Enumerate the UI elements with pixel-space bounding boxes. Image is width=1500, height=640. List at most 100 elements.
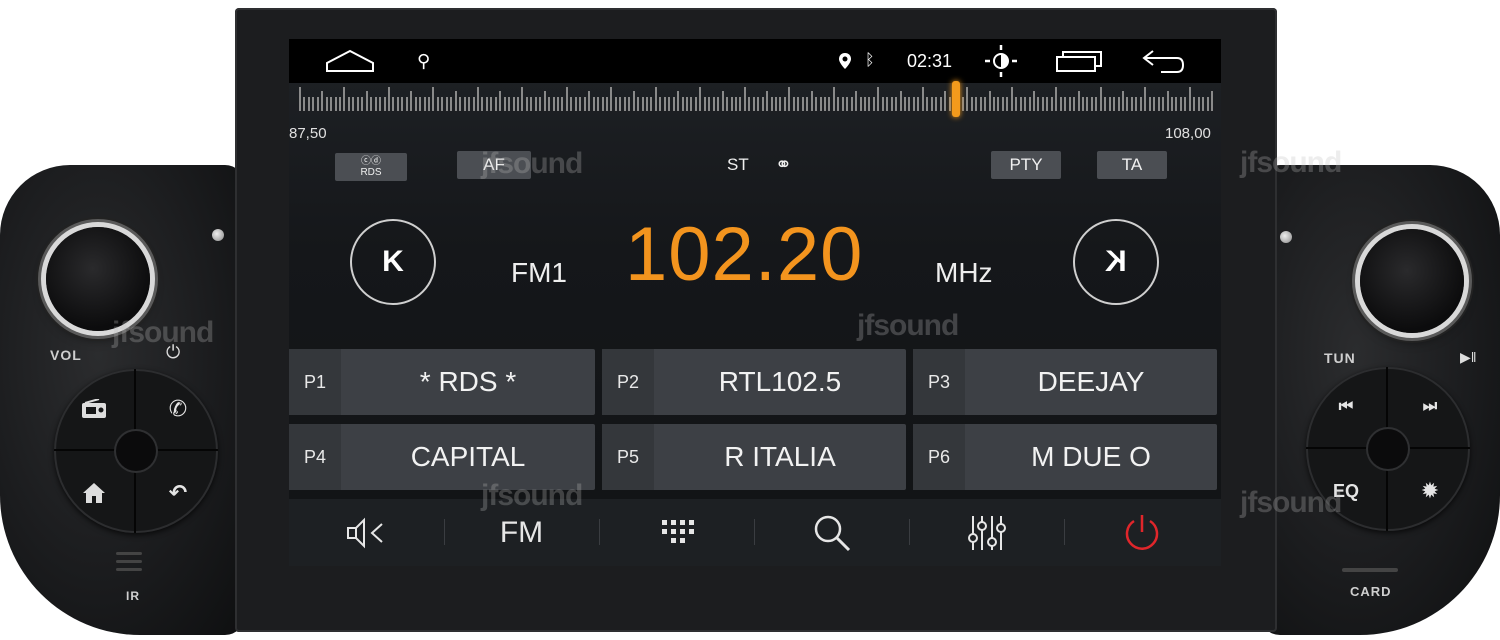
keypad-button[interactable] bbox=[599, 499, 754, 566]
tuner-tick bbox=[926, 97, 929, 111]
tuner-tick bbox=[1033, 91, 1036, 111]
ir-label: IR bbox=[126, 589, 140, 603]
brightness-toggle[interactable] bbox=[983, 39, 1019, 83]
tuner-tick bbox=[1095, 97, 1098, 111]
preset-button[interactable]: P3 DEEJAY bbox=[913, 349, 1217, 415]
tuner-tick bbox=[886, 97, 889, 111]
tuner-tick bbox=[512, 97, 515, 111]
preset-name: R ITALIA bbox=[724, 441, 836, 472]
tuner-tick bbox=[766, 91, 769, 111]
preset-button[interactable]: P6 M DUE O bbox=[913, 424, 1217, 490]
seek-back-icon: K bbox=[382, 245, 404, 278]
search-button[interactable] bbox=[754, 499, 909, 566]
tuner-tick bbox=[783, 97, 786, 111]
card-slot[interactable] bbox=[1342, 568, 1398, 572]
tuner-tick bbox=[361, 97, 364, 111]
watermark-logo: jfsound bbox=[112, 316, 214, 349]
tuner-tick bbox=[1166, 91, 1169, 111]
preset-name: * RDS * bbox=[419, 366, 517, 397]
tuner-tick bbox=[561, 97, 564, 111]
tuner-tick bbox=[405, 97, 408, 111]
rds-button[interactable]: ⓒⓓ RDS bbox=[335, 153, 407, 181]
tuner-needle[interactable] bbox=[951, 81, 960, 117]
tuner-tick bbox=[739, 97, 742, 111]
tuner-tick bbox=[583, 97, 586, 111]
tuner-tick bbox=[1046, 97, 1049, 111]
seek-forward-icon: K bbox=[1105, 245, 1127, 278]
home-outline-icon bbox=[326, 49, 374, 72]
tuner-tick bbox=[699, 87, 702, 111]
band-label: FM1 bbox=[511, 257, 567, 288]
dpad-center[interactable] bbox=[1368, 429, 1408, 469]
preset-button[interactable]: P5 R ITALIA bbox=[602, 424, 906, 490]
tuner-tick bbox=[930, 97, 933, 111]
tuner-tick bbox=[401, 97, 404, 111]
recent-apps-button[interactable] bbox=[1055, 39, 1103, 83]
tuner-tick bbox=[917, 97, 920, 111]
tuner-tick bbox=[899, 91, 902, 111]
tuner-tick bbox=[387, 87, 390, 111]
tuner-tick bbox=[379, 97, 382, 111]
tuner-tick bbox=[832, 87, 835, 111]
tuner-tick bbox=[935, 97, 938, 111]
power-icon bbox=[1125, 514, 1158, 550]
mute-button[interactable] bbox=[289, 499, 444, 566]
vol-label: VOL bbox=[50, 347, 82, 363]
preset-button[interactable]: P2 RTL102.5 bbox=[602, 349, 906, 415]
tuner-tick bbox=[592, 97, 595, 111]
tuner-tick bbox=[672, 97, 675, 111]
tune-knob[interactable] bbox=[1360, 229, 1464, 333]
tuner-tick bbox=[801, 97, 804, 111]
screw bbox=[212, 229, 224, 241]
home-icon bbox=[83, 483, 105, 503]
watermark-logo: jfsound bbox=[481, 147, 583, 180]
preset-name: RTL102.5 bbox=[718, 366, 842, 397]
watermark-logo: jfsound bbox=[481, 479, 583, 512]
keypad-icon bbox=[661, 519, 694, 543]
tuner-tick bbox=[970, 97, 973, 111]
tuner-tick bbox=[694, 97, 697, 111]
seek-forward-button[interactable]: K bbox=[1073, 219, 1159, 305]
tuner-tick bbox=[1081, 97, 1084, 111]
tuner-scale[interactable] bbox=[299, 81, 1213, 121]
tuner-tick bbox=[1015, 97, 1018, 111]
tuner-tick bbox=[944, 91, 947, 111]
preset-number: P1 bbox=[289, 349, 341, 415]
preset-name: DEEJAY bbox=[1037, 366, 1145, 397]
tuner-tick bbox=[374, 97, 377, 111]
tuner-tick bbox=[863, 97, 866, 111]
back-button[interactable] bbox=[1141, 39, 1185, 83]
tuner-tick bbox=[570, 97, 573, 111]
tuner-tick bbox=[1024, 97, 1027, 111]
tuner-tick bbox=[708, 97, 711, 111]
tuner-tick bbox=[775, 97, 778, 111]
tuner-tick bbox=[650, 97, 653, 111]
tuner-tick bbox=[668, 97, 671, 111]
tuner-tick bbox=[828, 97, 831, 111]
tuner-tick bbox=[1202, 97, 1205, 111]
seek-back-button[interactable]: K bbox=[350, 219, 436, 305]
dpad-center[interactable] bbox=[116, 431, 156, 471]
nav-home-button[interactable] bbox=[325, 39, 375, 83]
tuner-tick bbox=[459, 97, 462, 111]
tuner-tick bbox=[748, 97, 751, 111]
tuner-tick bbox=[530, 97, 533, 111]
tuner-tick bbox=[392, 97, 395, 111]
preset-button[interactable]: P1 * RDS * bbox=[289, 349, 595, 415]
tuner-tick bbox=[1130, 97, 1133, 111]
power-button[interactable] bbox=[1064, 499, 1219, 566]
ta-button[interactable]: TA bbox=[1097, 151, 1167, 179]
frequency-unit: MHz bbox=[935, 257, 993, 288]
watermark-logo: jfsound bbox=[857, 309, 959, 342]
tuner-tick bbox=[712, 97, 715, 111]
tuner-tick bbox=[525, 97, 528, 111]
tuner-tick bbox=[534, 97, 537, 111]
tuner-tick bbox=[837, 97, 840, 111]
pty-button[interactable]: PTY bbox=[991, 151, 1061, 179]
tuner-tick bbox=[815, 97, 818, 111]
tuner-tick bbox=[1170, 97, 1173, 111]
tuner-tick bbox=[984, 97, 987, 111]
tuner-tick bbox=[343, 87, 346, 111]
equalizer-button[interactable] bbox=[909, 499, 1064, 566]
tuner-tick bbox=[499, 91, 502, 111]
